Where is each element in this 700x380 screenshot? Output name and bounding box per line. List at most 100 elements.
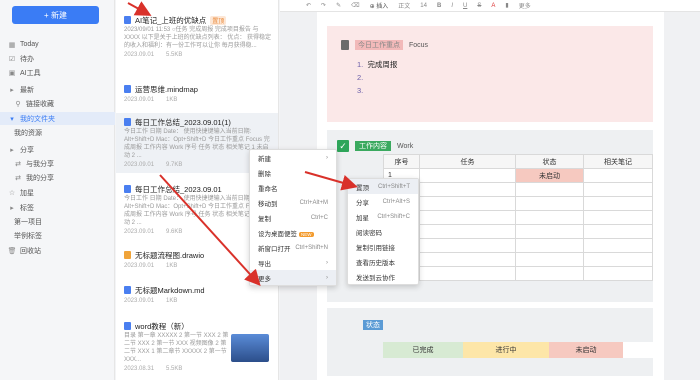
work-heading: 工作内容 (355, 141, 391, 151)
redo-icon[interactable]: ↷ (321, 2, 326, 9)
sidebar-item-my-resources[interactable]: 我的资源 (0, 126, 115, 139)
work-table[interactable]: 序号 任务 状态 相关笔记 1 未启动 (383, 154, 653, 281)
table-row (383, 182, 653, 197)
more-button[interactable]: 更多 (519, 1, 531, 10)
sidebar-item-links[interactable]: ⚲ 链接收藏 (0, 97, 115, 110)
strikethrough-icon[interactable]: S (477, 3, 481, 9)
font-color-icon[interactable]: A (491, 3, 495, 9)
file-thumbnail (231, 334, 269, 362)
link-icon: ⚲ (15, 100, 21, 108)
sidebar-item-ai[interactable]: ▣ AI工具 (0, 66, 115, 79)
menu-item-rename[interactable]: 重命名 (250, 180, 336, 195)
table-row (383, 238, 653, 253)
sidebar-item-shared-with-me[interactable]: ⇄ 与我分享 (0, 157, 115, 170)
todo-icon: ☑ (8, 55, 16, 63)
highlight-icon[interactable]: ▮ (505, 2, 508, 9)
table-row (383, 252, 653, 267)
focus-list[interactable]: 1. 完成周报 2. 3. (357, 58, 397, 97)
caret-icon: ▸ (10, 86, 14, 94)
focus-heading: 今日工作重点 (355, 40, 403, 50)
status-legend: 已完成 进行中 未启动 (383, 342, 653, 358)
menu-item-desktop-note[interactable]: 设为桌面便签 NEW (250, 225, 336, 240)
menu-item-export[interactable]: 导出 › (250, 255, 336, 270)
drawio-icon (124, 251, 131, 259)
new-badge: NEW (299, 231, 314, 237)
submenu-item-send-cloud[interactable]: 发送到云协作 (348, 269, 418, 284)
markdown-icon (124, 286, 131, 294)
status-not-started: 未启动 (549, 342, 623, 358)
table-header: 序号 (383, 154, 420, 169)
file-item[interactable]: 无标题Markdown.md 2023.09.01 1KB (116, 284, 278, 310)
mindmap-icon (124, 85, 131, 93)
sidebar-item-tag-2[interactable]: 举例标签 (0, 229, 115, 242)
status-in-progress: 进行中 (463, 342, 549, 358)
sidebar-item-tag-1[interactable]: 第一项目 (0, 215, 115, 228)
status-cell[interactable]: 未启动 (515, 168, 584, 183)
file-item[interactable]: AI笔记_上班的优缺点 置顶 2023/09/01 11:53 ○任务 完成周报 … (116, 14, 278, 72)
sidebar-item-my-folder[interactable]: ▾ 我的文件夹 (0, 112, 115, 125)
table-header: 相关笔记 (583, 154, 653, 169)
undo-icon[interactable]: ↶ (306, 2, 311, 9)
menu-item-move[interactable]: 移动到 Ctrl+Alt+M (250, 195, 336, 210)
format-painter-icon[interactable]: ✎ (336, 2, 341, 9)
editor-toolbar: ↶ ↷ ✎ ⌫ ⊕ 插入 正文 14 B I U S A ▮ 更多 (280, 0, 700, 12)
submenu-item-history[interactable]: 查看历史版本 (348, 254, 418, 269)
menu-item-new-window[interactable]: 新窗口打开 Ctrl+Shift+N (250, 240, 336, 255)
submenu-item-share[interactable]: 分享 Ctrl+Alt+S (348, 194, 418, 209)
doc-icon (124, 322, 131, 330)
menu-item-delete[interactable]: 删除 (250, 165, 336, 180)
sidebar-item-todo[interactable]: ☑ 待办 (0, 52, 115, 65)
sidebar-item-share[interactable]: ▸ 分享 (0, 143, 115, 156)
submenu-item-copy-link[interactable]: 复制引用链接 (348, 239, 418, 254)
menu-item-copy[interactable]: 复制 Ctrl+C (250, 210, 336, 225)
new-button[interactable]: + 新建 (12, 6, 99, 24)
file-item[interactable]: 运营思维.mindmap 2023.09.01 1KB (116, 83, 278, 109)
context-menu: 新建 › 删除 重命名 移动到 Ctrl+Alt+M 复制 Ctrl+C 设为桌面便签… (249, 149, 337, 286)
sidebar-item-today[interactable]: ▦ Today (0, 38, 115, 51)
bold-icon[interactable]: B (437, 3, 441, 9)
insert-button[interactable]: ⊕ 插入 (370, 1, 389, 10)
status-label: 状态 (363, 320, 383, 330)
doc-icon (124, 118, 131, 126)
star-icon: ☆ (8, 189, 16, 197)
caret-icon: ▸ (10, 146, 14, 154)
sidebar-item-trash[interactable]: 🗑 回收站 (0, 244, 115, 257)
sidebar-item-my-shares[interactable]: ⇄ 我的分享 (0, 171, 115, 184)
status-done: 已完成 (383, 342, 463, 358)
table-row: 1 未启动 (383, 168, 653, 183)
calendar-icon: ▦ (8, 41, 16, 49)
file-item[interactable]: word教程（新） 目录 第一章 XXXXX 2 第一节 XXX 2 第二节 X… (116, 320, 278, 378)
underline-icon[interactable]: U (463, 3, 467, 9)
share-icon: ⇄ (15, 174, 21, 182)
status-summary-block: 状态 已完成 进行中 未启动 (327, 308, 653, 376)
eraser-icon[interactable]: ⌫ (351, 2, 359, 9)
font-size-select[interactable]: 14 (420, 3, 427, 9)
style-select[interactable]: 正文 (398, 1, 410, 10)
italic-icon[interactable]: I (451, 3, 453, 9)
table-header: 任务 (419, 154, 516, 169)
table-row (383, 210, 653, 225)
sidebar-item-latest[interactable]: ▸ 最新 (0, 83, 115, 96)
focus-block: 今日工作重点 Focus 1. 完成周报 2. 3. (327, 26, 653, 122)
doc-icon (124, 185, 131, 193)
submenu-item-pin[interactable]: 置顶 Ctrl+Shift+T (348, 179, 418, 194)
table-row (383, 196, 653, 211)
trash-icon: 🗑 (7, 247, 17, 255)
table-row (383, 266, 653, 281)
menu-item-new[interactable]: 新建 › (250, 150, 336, 165)
table-row (383, 224, 653, 239)
menu-item-more[interactable]: 更多 › (250, 270, 336, 285)
submenu-item-read-password[interactable]: 阅读密码 (348, 224, 418, 239)
sidebar-item-starred[interactable]: ☆ 加星 (0, 186, 115, 199)
caret-icon: ▸ (10, 204, 14, 212)
checkbox-icon: ✓ (337, 140, 349, 152)
editor-area: ↶ ↷ ✎ ⌫ ⊕ 插入 正文 14 B I U S A ▮ 更多 今日工作重点… (280, 0, 700, 380)
sidebar-item-tags[interactable]: ▸ 标签 (0, 201, 115, 214)
folder-icon: ▾ (10, 115, 14, 123)
ai-icon: ▣ (8, 69, 16, 77)
submenu-item-star[interactable]: 加星 Ctrl+Shift+C (348, 209, 418, 224)
doc-icon (124, 16, 131, 24)
more-submenu: 置顶 Ctrl+Shift+T 分享 Ctrl+Alt+S 加星 Ctrl+Shift… (347, 178, 419, 285)
pinned-badge: 置顶 (210, 15, 227, 25)
notebook-icon (341, 40, 349, 50)
